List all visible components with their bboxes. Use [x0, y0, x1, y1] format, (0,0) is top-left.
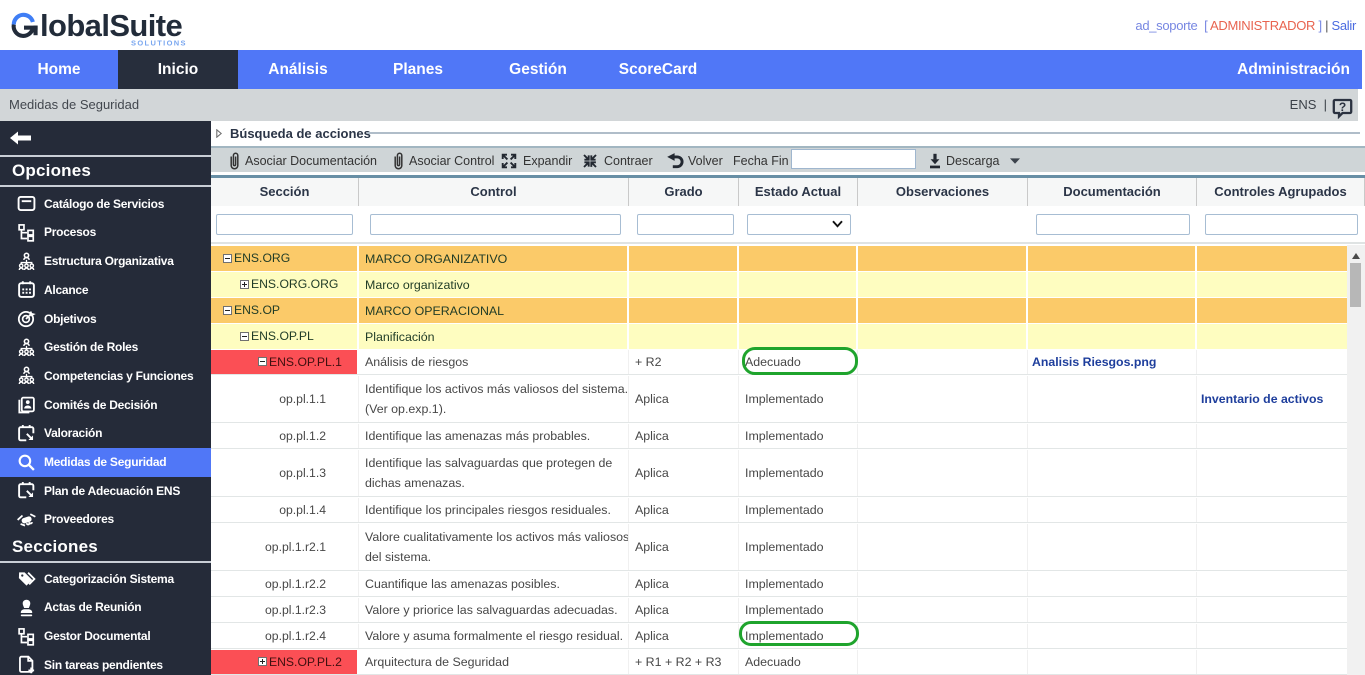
svg-text:SOLUTIONS: SOLUTIONS — [131, 38, 187, 47]
svg-text:?: ? — [1339, 100, 1346, 114]
